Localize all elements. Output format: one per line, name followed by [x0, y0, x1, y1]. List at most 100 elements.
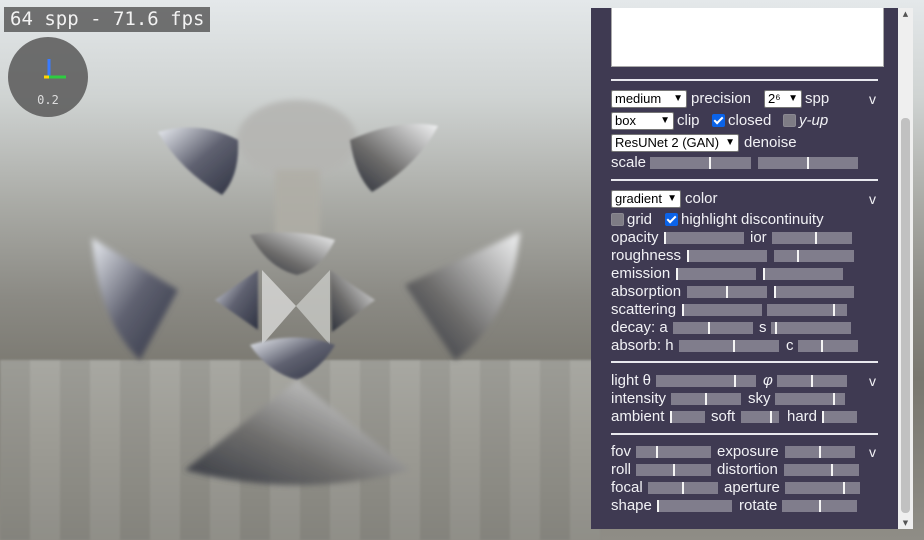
- ior-slider[interactable]: [772, 232, 852, 244]
- slider-knob[interactable]: [709, 157, 711, 169]
- light-theta-slider[interactable]: [656, 375, 756, 387]
- scattering-label: scattering: [611, 301, 677, 318]
- slider-knob[interactable]: [843, 482, 845, 494]
- sky-slider[interactable]: [775, 393, 845, 405]
- precision-label: precision: [691, 90, 752, 107]
- opacity-slider[interactable]: [664, 232, 744, 244]
- soft-slider[interactable]: [741, 411, 779, 423]
- decay-s-slider[interactable]: [771, 322, 851, 334]
- slider-knob[interactable]: [664, 232, 666, 244]
- absorb-h-slider[interactable]: [679, 340, 779, 352]
- decay-a-slider[interactable]: [673, 322, 753, 334]
- light-phi-slider[interactable]: [777, 375, 847, 387]
- slider-knob[interactable]: [763, 268, 765, 280]
- slider-knob[interactable]: [676, 268, 678, 280]
- slider-knob[interactable]: [657, 500, 659, 512]
- absorption-label: absorption: [611, 283, 682, 300]
- slider-knob[interactable]: [821, 340, 823, 352]
- emission-slider-b[interactable]: [763, 268, 843, 280]
- color-select[interactable]: gradient ▼: [611, 190, 681, 208]
- fov-slider[interactable]: [636, 446, 711, 458]
- absorb-label: absorb: h: [611, 337, 674, 354]
- slider-knob[interactable]: [833, 393, 835, 405]
- ambient-row: ambient soft hard: [591, 408, 898, 426]
- scale-slider-b[interactable]: [758, 157, 858, 169]
- slider-knob[interactable]: [708, 322, 710, 334]
- slider-knob[interactable]: [822, 411, 824, 423]
- scattering-slider-b[interactable]: [767, 304, 847, 316]
- rotate-slider[interactable]: [782, 500, 857, 512]
- exposure-label: exposure: [717, 443, 779, 460]
- slider-knob[interactable]: [819, 446, 821, 458]
- focal-slider[interactable]: [648, 482, 718, 494]
- decay-row: decay: a s: [591, 319, 898, 337]
- precision-select[interactable]: medium ▼: [611, 90, 687, 108]
- decay-label: decay: a: [611, 319, 668, 336]
- shape-row: shape rotate: [591, 497, 898, 515]
- intensity-slider[interactable]: [671, 393, 741, 405]
- slider-knob[interactable]: [656, 446, 658, 458]
- aperture-slider[interactable]: [785, 482, 860, 494]
- emission-slider[interactable]: [676, 268, 756, 280]
- slider-knob[interactable]: [687, 250, 689, 262]
- scrollbar-thumb[interactable]: [901, 118, 910, 513]
- slider-knob[interactable]: [705, 393, 707, 405]
- shape-slider[interactable]: [657, 500, 732, 512]
- distortion-slider[interactable]: [784, 464, 859, 476]
- focal-row: focal aperture: [591, 479, 898, 497]
- slider-knob[interactable]: [775, 322, 777, 334]
- render-collapse-button[interactable]: v: [869, 90, 876, 108]
- absorb-c-slider[interactable]: [798, 340, 858, 352]
- roughness-slider[interactable]: [687, 250, 767, 262]
- hard-slider[interactable]: [822, 411, 857, 423]
- notes-textarea[interactable]: [611, 8, 884, 67]
- slider-knob[interactable]: [811, 375, 813, 387]
- yup-checkbox[interactable]: [783, 114, 796, 127]
- slider-knob[interactable]: [770, 411, 772, 423]
- closed-checkbox[interactable]: [712, 114, 725, 127]
- slider-knob[interactable]: [670, 411, 672, 423]
- intensity-label: intensity: [611, 390, 667, 407]
- zoom-level: 0.2: [37, 93, 59, 107]
- slider-knob[interactable]: [833, 304, 835, 316]
- axis-gizmo[interactable]: 0.2: [8, 37, 88, 117]
- slider-knob[interactable]: [807, 157, 809, 169]
- decay-s-label: s: [759, 319, 767, 336]
- fov-label: fov: [611, 443, 632, 460]
- roll-slider[interactable]: [636, 464, 711, 476]
- slider-knob[interactable]: [734, 375, 736, 387]
- scroll-up-icon[interactable]: ▲: [898, 10, 913, 18]
- roughness-slider-b[interactable]: [774, 250, 854, 262]
- clip-row: box ▼ clip closed y-up: [591, 112, 898, 130]
- absorption-slider[interactable]: [687, 286, 767, 298]
- exposure-slider[interactable]: [785, 446, 855, 458]
- denoise-select[interactable]: ResUNet 2 (GAN) ▼: [611, 134, 739, 152]
- slider-knob[interactable]: [797, 250, 799, 262]
- light-collapse-button[interactable]: v: [869, 372, 876, 390]
- grid-label: grid: [627, 211, 653, 228]
- slider-knob[interactable]: [774, 286, 776, 298]
- highlight-checkbox[interactable]: [665, 213, 678, 226]
- slider-knob[interactable]: [733, 340, 735, 352]
- clip-select[interactable]: box ▼: [611, 112, 674, 130]
- slider-knob[interactable]: [673, 464, 675, 476]
- slider-knob[interactable]: [819, 500, 821, 512]
- hard-label: hard: [787, 408, 818, 425]
- slider-knob[interactable]: [682, 304, 684, 316]
- slider-knob[interactable]: [682, 482, 684, 494]
- intensity-row: intensity sky: [591, 390, 898, 408]
- spp-select[interactable]: 2⁶ ▼: [764, 90, 802, 108]
- scattering-slider[interactable]: [682, 304, 762, 316]
- grid-checkbox[interactable]: [611, 213, 624, 226]
- scale-slider-a[interactable]: [650, 157, 751, 169]
- absorption-slider-b[interactable]: [774, 286, 854, 298]
- camera-collapse-button[interactable]: v: [869, 443, 876, 461]
- scroll-down-icon[interactable]: ▼: [898, 519, 913, 527]
- slider-knob[interactable]: [815, 232, 817, 244]
- slider-knob[interactable]: [726, 286, 728, 298]
- distortion-label: distortion: [717, 461, 778, 478]
- ambient-slider[interactable]: [670, 411, 705, 423]
- slider-knob[interactable]: [831, 464, 833, 476]
- material-collapse-button[interactable]: v: [869, 190, 876, 208]
- panel-scrollbar[interactable]: ▲ ▼: [898, 8, 913, 529]
